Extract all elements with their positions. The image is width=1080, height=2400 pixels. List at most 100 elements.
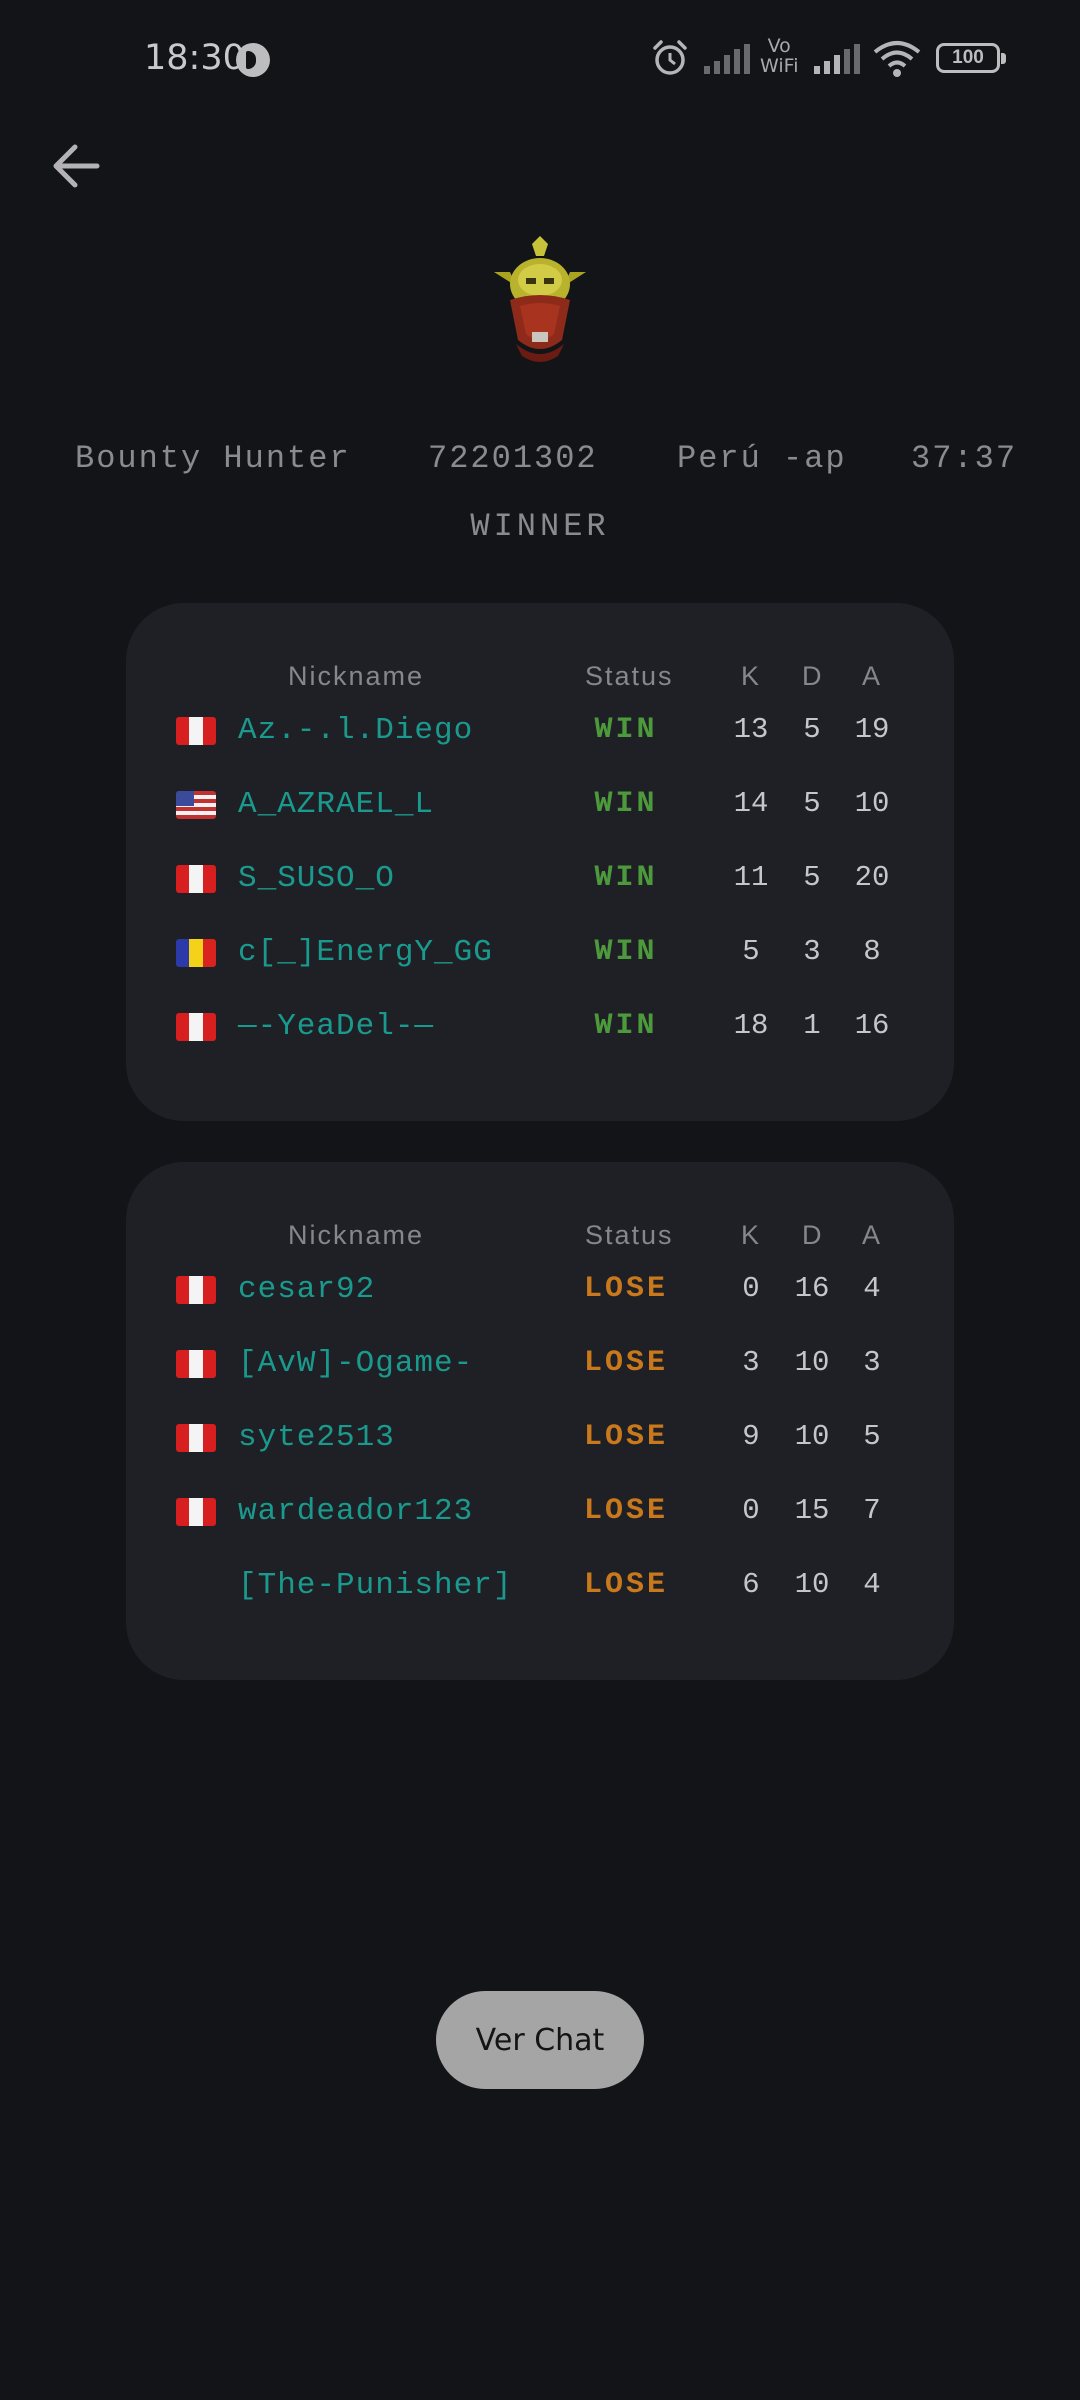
player-status: WIN — [594, 935, 658, 969]
view-chat-button[interactable]: Ver Chat — [436, 1991, 644, 2089]
player-row[interactable]: Az.-.l.Diego WIN 13 5 19 — [126, 703, 954, 763]
player-assists: 3 — [863, 1346, 881, 1379]
player-assists: 8 — [863, 935, 881, 968]
player-nickname[interactable]: [AvW]-Ogame- — [238, 1346, 473, 1381]
player-assists: 19 — [854, 713, 890, 746]
player-row[interactable]: syte2513 LOSE 9 10 5 — [126, 1410, 954, 1470]
player-row[interactable]: —-YeaDel-— WIN 18 1 16 — [126, 999, 954, 1059]
player-nickname[interactable]: wardeador123 — [238, 1494, 473, 1529]
player-status: LOSE — [583, 1346, 668, 1380]
romania-flag-icon — [176, 939, 216, 967]
player-deaths: 15 — [794, 1494, 830, 1527]
player-nickname[interactable]: Az.-.l.Diego — [238, 713, 473, 748]
match-server: Perú -ap — [677, 440, 847, 477]
column-deaths: D — [802, 1220, 824, 1250]
column-status: Status — [585, 661, 674, 691]
status-time: 18:30 — [144, 38, 245, 78]
player-deaths: 5 — [803, 787, 821, 820]
player-kills: 11 — [733, 861, 769, 894]
peru-flag-icon — [176, 1276, 216, 1304]
player-assists: 4 — [863, 1568, 881, 1601]
match-result: WINNER — [470, 508, 610, 545]
player-kills: 3 — [742, 1346, 760, 1379]
signal-icon — [814, 44, 860, 74]
player-row[interactable]: wardeador123 LOSE 0 15 7 — [126, 1484, 954, 1544]
player-row[interactable]: [The-Punisher] LOSE 6 10 4 — [126, 1558, 954, 1618]
back-button[interactable] — [46, 136, 106, 196]
player-kills: 5 — [742, 935, 760, 968]
player-deaths: 1 — [803, 1009, 821, 1042]
signal-icon — [704, 44, 750, 74]
alarm-icon — [653, 40, 687, 75]
column-nickname: Nickname — [288, 661, 425, 691]
column-kills: K — [741, 661, 762, 691]
vowifi-line1: Vo — [767, 35, 791, 57]
column-deaths: D — [802, 661, 824, 691]
player-status: WIN — [594, 787, 658, 821]
bounty-hunter-hero-icon — [494, 236, 586, 362]
vowifi-line2: WiFi — [760, 55, 799, 77]
player-kills: 13 — [733, 713, 769, 746]
player-deaths: 10 — [794, 1568, 830, 1601]
player-assists: 16 — [854, 1009, 890, 1042]
player-assists: 20 — [854, 861, 890, 894]
peru-flag-icon — [176, 1013, 216, 1041]
player-row[interactable]: A_AZRAEL_L WIN 14 5 10 — [126, 777, 954, 837]
player-deaths: 10 — [794, 1346, 830, 1379]
player-status: WIN — [594, 1009, 658, 1043]
player-nickname[interactable]: cesar92 — [238, 1272, 375, 1307]
player-kills: 14 — [733, 787, 769, 820]
player-kills: 18 — [733, 1009, 769, 1042]
player-nickname[interactable]: —-YeaDel-— — [238, 1009, 434, 1044]
column-assists: A — [862, 661, 883, 691]
peru-flag-icon — [176, 1424, 216, 1452]
peru-flag-icon — [176, 1350, 216, 1378]
player-nickname[interactable]: syte2513 — [238, 1420, 395, 1455]
player-kills: 9 — [742, 1420, 760, 1453]
player-nickname[interactable]: c[_]EnergY_GG — [238, 935, 493, 970]
player-assists: 4 — [863, 1272, 881, 1305]
player-status: WIN — [594, 861, 658, 895]
losing-team-card: Nickname Status K D A cesar92 LOSE 0 16 … — [126, 1162, 954, 1680]
column-nickname: Nickname — [288, 1220, 425, 1250]
player-kills: 0 — [742, 1494, 760, 1527]
player-deaths: 16 — [794, 1272, 830, 1305]
match-detail-screen: 18:30 Vo WiFi 100 Bounty Hunter 72201302… — [0, 0, 1080, 2400]
player-status: LOSE — [583, 1494, 668, 1528]
column-status: Status — [585, 1220, 674, 1250]
match-info: Bounty Hunter 72201302 Perú -ap 37:37 — [0, 440, 1080, 490]
player-row[interactable]: S_SUSO_O WIN 11 5 20 — [126, 851, 954, 911]
player-deaths: 5 — [803, 713, 821, 746]
player-status: WIN — [594, 713, 658, 747]
peru-flag-icon — [176, 865, 216, 893]
status-bar: 18:30 Vo WiFi 100 — [0, 0, 1080, 120]
match-id: 72201302 — [428, 440, 598, 477]
vowifi-icon: Vo WiFi — [760, 36, 798, 76]
player-status: LOSE — [583, 1568, 668, 1602]
player-kills: 6 — [742, 1568, 760, 1601]
player-assists: 7 — [863, 1494, 881, 1527]
player-deaths: 5 — [803, 861, 821, 894]
status-icons: Vo WiFi 100 — [650, 36, 1010, 82]
player-nickname[interactable]: A_AZRAEL_L — [238, 787, 434, 822]
peru-flag-icon — [176, 1498, 216, 1526]
winning-team-card: Nickname Status K D A Az.-.l.Diego WIN 1… — [126, 603, 954, 1121]
peru-flag-icon — [176, 717, 216, 745]
player-status: LOSE — [583, 1420, 668, 1454]
app-notification-icon — [236, 43, 270, 77]
hero-name: Bounty Hunter — [75, 440, 351, 477]
battery-icon: 100 — [936, 43, 1006, 73]
player-nickname[interactable]: [The-Punisher] — [238, 1568, 512, 1603]
player-nickname[interactable]: S_SUSO_O — [238, 861, 395, 896]
player-row[interactable]: c[_]EnergY_GG WIN 5 3 8 — [126, 925, 954, 985]
column-kills: K — [741, 1220, 762, 1250]
player-row[interactable]: [AvW]-Ogame- LOSE 3 10 3 — [126, 1336, 954, 1396]
match-duration: 37:37 — [911, 440, 1018, 477]
wifi-icon — [873, 41, 921, 77]
player-assists: 10 — [854, 787, 890, 820]
player-deaths: 10 — [794, 1420, 830, 1453]
player-deaths: 3 — [803, 935, 821, 968]
arrow-left-icon — [53, 144, 100, 188]
player-row[interactable]: cesar92 LOSE 0 16 4 — [126, 1262, 954, 1322]
column-assists: A — [862, 1220, 883, 1250]
